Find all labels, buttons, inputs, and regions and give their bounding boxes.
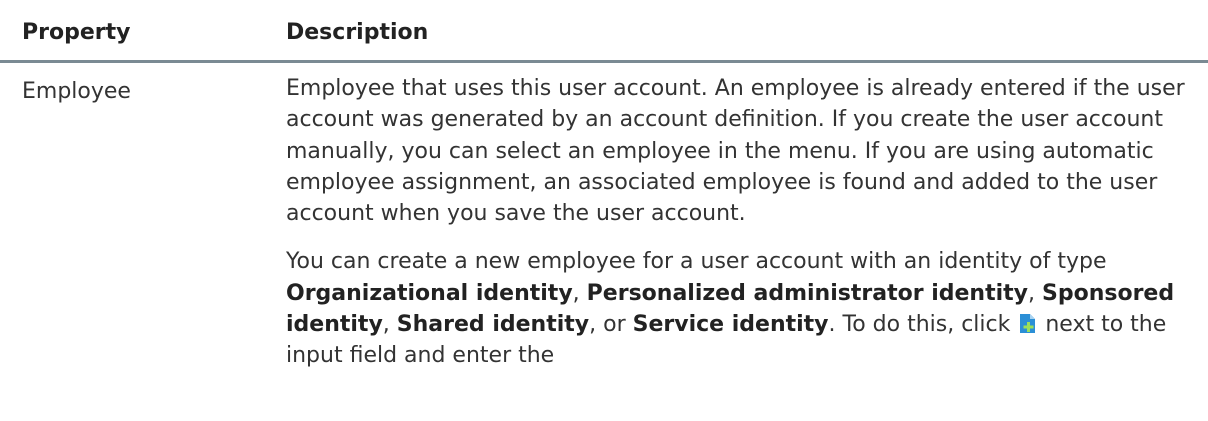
description-paragraph-1: Employee that uses this user account. An… bbox=[286, 76, 1185, 227]
identity-type-shared: Shared identity bbox=[396, 312, 590, 338]
para2-sep-4: , or bbox=[589, 312, 633, 338]
para2-sep-3: , bbox=[382, 312, 397, 338]
identity-type-personalized-admin: Personalized administrator identity bbox=[586, 280, 1028, 306]
header-description: Description bbox=[286, 20, 429, 45]
para2-text-2: . To do this, click bbox=[828, 312, 1011, 338]
property-description: Employee that uses this user account. An… bbox=[286, 73, 1186, 372]
add-new-document-icon bbox=[1019, 313, 1036, 334]
identity-type-service: Service identity bbox=[632, 312, 829, 338]
description-paragraph-2: You can create a new employee for a user… bbox=[286, 246, 1186, 371]
identity-type-organizational: Organizational identity bbox=[286, 280, 573, 306]
table-header-row: Property Description bbox=[0, 0, 1208, 63]
header-property: Property bbox=[22, 20, 131, 45]
para2-sep-2: , bbox=[1028, 280, 1042, 306]
para2-sep-1: , bbox=[572, 280, 587, 306]
para2-text-1: You can create a new employee for a user… bbox=[286, 249, 1107, 275]
property-name-employee: Employee bbox=[22, 79, 131, 104]
